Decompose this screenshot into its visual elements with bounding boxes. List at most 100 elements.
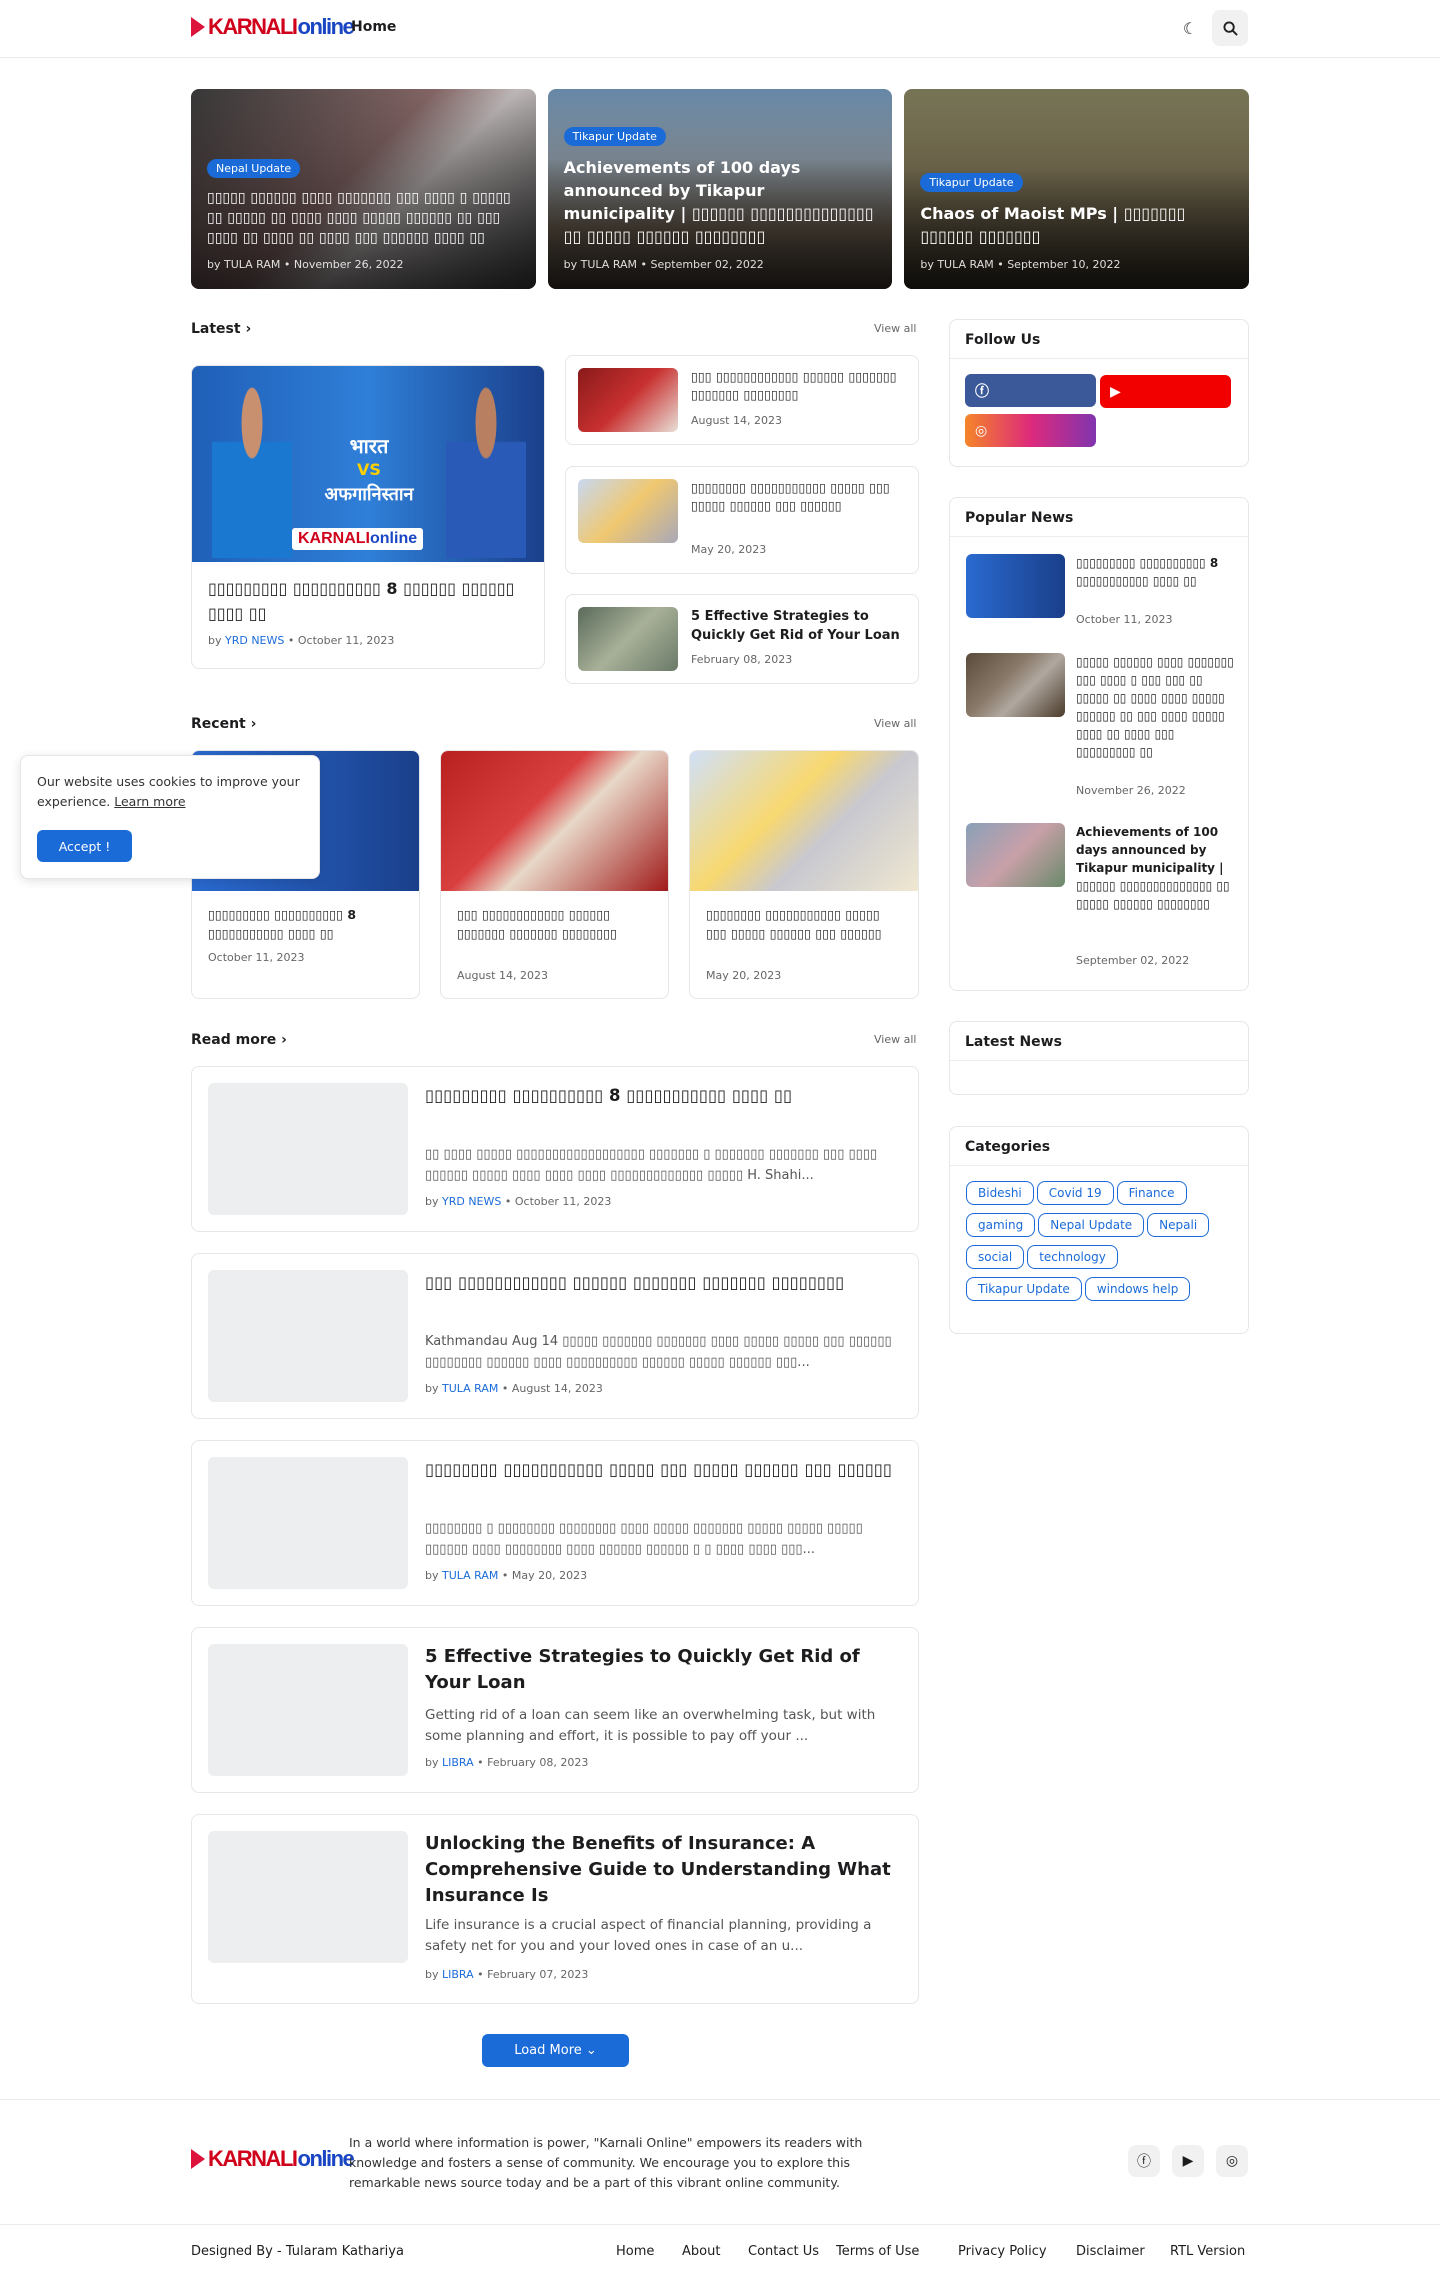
post-thumbnail-placeholder xyxy=(208,1831,408,1963)
post-meta: by LIBRA • February 07, 2023 xyxy=(425,1968,589,1981)
readmore-post[interactable]: ▯▯▯ ▯▯▯▯▯▯▯▯▯▯▯▯ ▯▯▯▯▯▯ ▯▯▯▯▯▯▯ ▯▯▯▯▯▯▯ … xyxy=(191,1253,919,1419)
post-date: October 11, 2023 xyxy=(208,951,305,964)
footer-link-contact[interactable]: Contact Us xyxy=(748,2244,819,2259)
readmore-post[interactable]: ▯▯▯▯▯▯▯▯▯ ▯▯▯▯▯▯▯▯▯▯ 8 ▯▯▯▯▯▯▯▯▯▯▯ ▯▯▯▯ … xyxy=(191,1066,919,1232)
footer-link-rtl[interactable]: RTL Version xyxy=(1170,2244,1245,2259)
post-thumbnail xyxy=(441,751,668,891)
featured-card[interactable]: Tikapur Update Achievements of 100 days … xyxy=(547,89,893,289)
instagram-icon: ◎ xyxy=(1225,2153,1239,2169)
author-link[interactable]: TULA RAM xyxy=(442,1382,498,1395)
footer-link-about[interactable]: About xyxy=(682,2244,720,2259)
post-thumbnail xyxy=(966,554,1065,618)
latest-main-image: भारत VS अफगानिस्तान KARNALIonline xyxy=(192,366,544,562)
popular-item[interactable]: ▯▯▯▯▯▯▯▯▯ ▯▯▯▯▯▯▯▯▯▯ 8 ▯▯▯▯▯▯▯▯▯▯▯ ▯▯▯▯ … xyxy=(966,554,1234,644)
recent-view-all[interactable]: View all xyxy=(874,717,916,730)
readmore-heading[interactable]: Read more › xyxy=(191,1032,287,1048)
recent-card[interactable]: ▯▯▯▯▯▯▯▯ ▯▯▯▯▯▯▯▯▯▯▯ ▯▯▯▯▯ ▯▯▯ ▯▯▯▯▯ ▯▯▯… xyxy=(689,750,919,999)
readmore-post[interactable]: 5 Effective Strategies to Quickly Get Ri… xyxy=(191,1627,919,1793)
featured-card[interactable]: Tikapur Update Chaos of Maoist MPs | ▯▯▯… xyxy=(904,89,1250,289)
logo-karnali: KARNALI xyxy=(208,2146,298,2171)
cookie-learn-more-link[interactable]: Learn more xyxy=(114,794,185,809)
post-thumbnail-placeholder xyxy=(208,1270,408,1402)
youtube-button[interactable]: ▶ xyxy=(1100,375,1231,408)
category-pill[interactable]: Covid 19 xyxy=(1036,1181,1114,1205)
post-thumbnail-placeholder xyxy=(208,1083,408,1215)
post-thumbnail xyxy=(578,368,678,432)
category-pill[interactable]: windows help xyxy=(1084,1277,1191,1301)
post-title: ▯▯▯▯▯▯▯▯ ▯▯▯▯▯▯▯▯▯▯▯ ▯▯▯▯▯ ▯▯▯ ▯▯▯▯▯ ▯▯▯… xyxy=(706,907,882,941)
nav-home-link[interactable]: Home xyxy=(351,19,396,35)
category-pill[interactable]: Bideshi xyxy=(966,1181,1034,1205)
nepal-flag-icon xyxy=(191,17,205,37)
author-link[interactable]: YRD NEWS xyxy=(442,1195,501,1208)
category-tag[interactable]: Nepal Update xyxy=(207,159,301,178)
popular-news-widget: Popular News ▯▯▯▯▯▯▯▯▯ ▯▯▯▯▯▯▯▯▯▯ 8 ▯▯▯▯… xyxy=(949,497,1249,991)
author-link[interactable]: LIBRA xyxy=(442,1756,474,1769)
category-pill[interactable]: technology xyxy=(1027,1245,1118,1269)
latest-list-item[interactable]: ▯▯▯▯▯▯▯▯ ▯▯▯▯▯▯▯▯▯▯▯ ▯▯▯▯▯ ▯▯▯ ▯▯▯▯▯ ▯▯▯… xyxy=(565,466,919,574)
post-title: ▯▯▯ ▯▯▯▯▯▯▯▯▯▯▯▯ ▯▯▯▯▯▯ ▯▯▯▯▯▯▯ ▯▯▯▯▯▯▯ … xyxy=(457,907,618,941)
featured-card[interactable]: Nepal Update ▯▯▯▯▯ ▯▯▯▯▯▯ ▯▯▯▯ ▯▯▯▯▯▯▯ ▯… xyxy=(191,89,536,289)
readmore-post[interactable]: ▯▯▯▯▯▯▯▯ ▯▯▯▯▯▯▯▯▯▯▯ ▯▯▯▯▯ ▯▯▯ ▯▯▯▯▯ ▯▯▯… xyxy=(191,1440,919,1606)
category-pill[interactable]: social xyxy=(966,1245,1025,1269)
post-thumbnail xyxy=(966,823,1065,887)
post-snippet: ▯▯ ▯▯▯▯ ▯▯▯▯▯ ▯▯▯▯▯▯▯▯▯▯▯▯▯▯▯▯▯▯ ▯▯▯▯▯▯▯… xyxy=(425,1147,878,1183)
search-button[interactable] xyxy=(1212,10,1248,46)
recent-card[interactable]: ▯▯▯ ▯▯▯▯▯▯▯▯▯▯▯▯ ▯▯▯▯▯▯ ▯▯▯▯▯▯▯ ▯▯▯▯▯▯▯ … xyxy=(440,750,669,999)
designed-by: Designed By - Tularam Kathariya xyxy=(191,2244,404,2259)
post-title: ▯▯▯▯▯▯▯▯▯ ▯▯▯▯▯▯▯▯▯▯ 8 ▯▯▯▯▯▯▯▯▯▯▯ ▯▯▯▯ … xyxy=(425,1086,793,1105)
category-tag[interactable]: Tikapur Update xyxy=(563,127,666,146)
popular-item[interactable]: ▯▯▯▯▯ ▯▯▯▯▯▯ ▯▯▯▯ ▯▯▯▯▯▯▯ ▯▯▯ ▯▯▯▯ ▯ ▯▯▯… xyxy=(966,653,1234,803)
post-snippet: Kathmandau Aug 14 ▯▯▯▯▯ ▯▯▯▯▯▯▯ ▯▯▯▯▯▯▯ … xyxy=(425,1334,892,1370)
instagram-button[interactable]: ◎ xyxy=(965,414,1096,447)
readmore-post[interactable]: Unlocking the Benefits of Insurance: A C… xyxy=(191,1814,919,2004)
category-pill[interactable]: gaming xyxy=(966,1213,1036,1237)
category-pill[interactable]: Nepal Update xyxy=(1038,1213,1145,1237)
post-title: ▯▯▯▯▯▯▯▯ ▯▯▯▯▯▯▯▯▯▯▯ ▯▯▯▯▯ ▯▯▯ ▯▯▯▯▯ ▯▯▯… xyxy=(425,1460,892,1479)
youtube-icon: ▶ xyxy=(1182,2153,1194,2169)
author-link[interactable]: LIBRA xyxy=(442,1968,474,1981)
site-header: KARNALI online Home ☾ xyxy=(0,0,1440,58)
follow-us-widget: Follow Us ⓕ ▶ ◎ xyxy=(949,319,1249,467)
category-pill[interactable]: Tikapur Update xyxy=(966,1277,1082,1301)
site-logo[interactable]: KARNALI online xyxy=(191,14,355,40)
category-pill[interactable]: Finance xyxy=(1116,1181,1187,1205)
footer-link-privacy[interactable]: Privacy Policy xyxy=(958,2244,1047,2259)
footer-link-terms[interactable]: Terms of Use xyxy=(836,2244,919,2259)
latest-heading[interactable]: Latest › xyxy=(191,321,251,337)
footer-youtube-button[interactable]: ▶ xyxy=(1172,2145,1204,2177)
readmore-view-all[interactable]: View all xyxy=(874,1033,916,1046)
popular-item[interactable]: Achievements of 100 days announced by Ti… xyxy=(966,823,1234,983)
post-date: October 11, 2023 xyxy=(1076,613,1173,626)
author-link[interactable]: TULA RAM xyxy=(442,1569,498,1582)
latest-list-item[interactable]: 5 Effective Strategies to Quickly Get Ri… xyxy=(565,594,919,684)
latest-main-title: ▯▯▯▯▯▯▯▯▯ ▯▯▯▯▯▯▯▯▯▯ 8 ▯▯▯▯▯▯ ▯▯▯▯▯▯ ▯▯▯… xyxy=(208,579,515,623)
post-meta: by LIBRA • February 08, 2023 xyxy=(425,1756,589,1769)
footer-facebook-button[interactable]: ⓕ xyxy=(1128,2145,1160,2177)
post-title: Achievements of 100 days announced by Ti… xyxy=(1076,825,1230,911)
cookie-accept-button[interactable]: Accept ! xyxy=(37,830,132,862)
facebook-button[interactable]: ⓕ xyxy=(965,374,1096,407)
category-tag[interactable]: Tikapur Update xyxy=(920,173,1023,192)
category-pill[interactable]: Nepali xyxy=(1147,1213,1210,1237)
logo-karnali: KARNALI xyxy=(208,14,298,39)
author-link[interactable]: YRD NEWS xyxy=(225,634,284,647)
load-more-button[interactable]: Load More ⌄ xyxy=(482,2034,629,2067)
post-title: ▯▯▯ ▯▯▯▯▯▯▯▯▯▯▯▯ ▯▯▯▯▯▯ ▯▯▯▯▯▯▯ ▯▯▯▯▯▯▯ … xyxy=(425,1273,845,1292)
recent-heading[interactable]: Recent › xyxy=(191,716,256,732)
footer-logo[interactable]: KARNALI online xyxy=(191,2146,355,2172)
image-text: VS xyxy=(357,460,381,479)
post-date: May 20, 2023 xyxy=(706,969,782,982)
latest-list-item[interactable]: ▯▯▯ ▯▯▯▯▯▯▯▯▯▯▯▯ ▯▯▯▯▯▯ ▯▯▯▯▯▯▯ ▯▯▯▯▯▯▯ … xyxy=(565,355,919,445)
facebook-icon: ⓕ xyxy=(1137,2154,1151,2170)
logo-online: online xyxy=(297,14,355,39)
featured-title: ▯▯▯▯▯ ▯▯▯▯▯▯ ▯▯▯▯ ▯▯▯▯▯▯▯ ▯▯▯ ▯▯▯▯ ▯ ▯▯▯… xyxy=(207,190,511,246)
footer-link-home[interactable]: Home xyxy=(616,2244,654,2259)
post-thumbnail-placeholder xyxy=(208,1644,408,1776)
latest-main-card[interactable]: भारत VS अफगानिस्तान KARNALIonline ▯▯▯▯▯▯… xyxy=(191,365,545,669)
footer-instagram-button[interactable]: ◎ xyxy=(1216,2145,1248,2177)
dark-mode-toggle[interactable]: ☾ xyxy=(1172,10,1208,46)
latest-view-all[interactable]: View all xyxy=(874,322,916,335)
footer-link-disclaimer[interactable]: Disclaimer xyxy=(1076,2244,1145,2259)
post-thumbnail-placeholder xyxy=(208,1457,408,1589)
